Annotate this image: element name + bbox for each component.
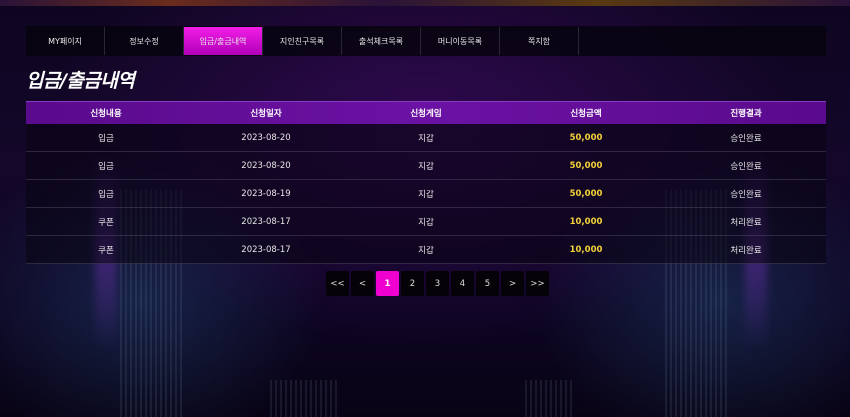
table-row: 쿠폰 2023-08-17 지갑 10,000 처리완료 bbox=[26, 208, 826, 236]
cell-date: 2023-08-17 bbox=[241, 244, 291, 255]
page-button-3[interactable]: 3 bbox=[426, 271, 449, 296]
column-header-game: 신청게임 bbox=[410, 109, 442, 119]
cell-type: 입금 bbox=[98, 133, 114, 144]
cell-amount: 50,000 bbox=[569, 188, 603, 199]
table-row: 입금 2023-08-19 지갑 50,000 승인완료 bbox=[26, 180, 826, 208]
prev-page-button[interactable]: < bbox=[351, 271, 374, 296]
next-page-button[interactable]: > bbox=[501, 271, 524, 296]
page-button-2[interactable]: 2 bbox=[401, 271, 424, 296]
table-header: 신청내용 신청일자 신청게임 신청금액 진행결과 bbox=[26, 101, 826, 124]
last-page-button[interactable]: >> bbox=[526, 271, 549, 296]
cell-type: 입금 bbox=[98, 161, 114, 172]
tab-deposit-withdraw-history[interactable]: 입금/출금내역 bbox=[184, 27, 263, 55]
tab-edit-profile[interactable]: 정보수정 bbox=[105, 27, 184, 55]
page-title: 입금/출금내역 bbox=[26, 70, 135, 92]
cell-date: 2023-08-20 bbox=[241, 160, 291, 171]
cell-status: 처리완료 bbox=[730, 217, 762, 228]
cell-amount: 10,000 bbox=[569, 244, 603, 255]
tab-attendance-list[interactable]: 출석체크목록 bbox=[342, 27, 421, 55]
table-row: 입금 2023-08-20 지갑 50,000 승인완료 bbox=[26, 152, 826, 180]
table-row: 입금 2023-08-20 지갑 50,000 승인완료 bbox=[26, 124, 826, 152]
cell-date: 2023-08-20 bbox=[241, 132, 291, 143]
cell-game: 지갑 bbox=[418, 161, 434, 172]
first-page-button[interactable]: << bbox=[326, 271, 349, 296]
cell-status: 승인완료 bbox=[730, 161, 762, 172]
table-row: 쿠폰 2023-08-17 지갑 10,000 처리완료 bbox=[26, 236, 826, 264]
page-button-5[interactable]: 5 bbox=[476, 271, 499, 296]
background-pillar-bottom-left bbox=[270, 380, 340, 417]
cell-game: 지갑 bbox=[418, 189, 434, 200]
column-header-amount: 신청금액 bbox=[570, 109, 602, 119]
column-header-type: 신청내용 bbox=[90, 109, 122, 119]
page-button-1[interactable]: 1 bbox=[376, 271, 399, 296]
tab-mypage[interactable]: MY페이지 bbox=[26, 27, 105, 55]
cell-game: 지갑 bbox=[418, 245, 434, 256]
cell-game: 지갑 bbox=[418, 217, 434, 228]
cell-date: 2023-08-17 bbox=[241, 216, 291, 227]
top-banner-strip bbox=[0, 0, 850, 6]
column-header-date: 신청일자 bbox=[250, 109, 282, 119]
tab-messages[interactable]: 쪽지함 bbox=[500, 27, 579, 55]
cell-type: 입금 bbox=[98, 189, 114, 200]
page-button-4[interactable]: 4 bbox=[451, 271, 474, 296]
pagination: << < 1 2 3 4 5 > >> bbox=[326, 271, 549, 296]
cell-amount: 50,000 bbox=[569, 132, 603, 143]
cell-status: 승인완료 bbox=[730, 133, 762, 144]
cell-type: 쿠폰 bbox=[98, 217, 114, 228]
mypage-tab-bar: MY페이지 정보수정 입금/출금내역 지인친구목록 출석체크목록 머니이동목록 … bbox=[26, 26, 826, 56]
cell-amount: 50,000 bbox=[569, 160, 603, 171]
column-header-status: 진행결과 bbox=[730, 109, 762, 119]
tab-friend-list[interactable]: 지인친구목록 bbox=[263, 27, 342, 55]
history-table: 신청내용 신청일자 신청게임 신청금액 진행결과 입금 2023-08-20 지… bbox=[26, 101, 826, 264]
background-pillar-bottom-right bbox=[525, 380, 575, 417]
cell-status: 승인완료 bbox=[730, 189, 762, 200]
cell-game: 지갑 bbox=[418, 133, 434, 144]
cell-type: 쿠폰 bbox=[98, 245, 114, 256]
cell-date: 2023-08-19 bbox=[241, 188, 291, 199]
cell-status: 처리완료 bbox=[730, 245, 762, 256]
cell-amount: 10,000 bbox=[569, 216, 603, 227]
tab-money-transfer-list[interactable]: 머니이동목록 bbox=[421, 27, 500, 55]
